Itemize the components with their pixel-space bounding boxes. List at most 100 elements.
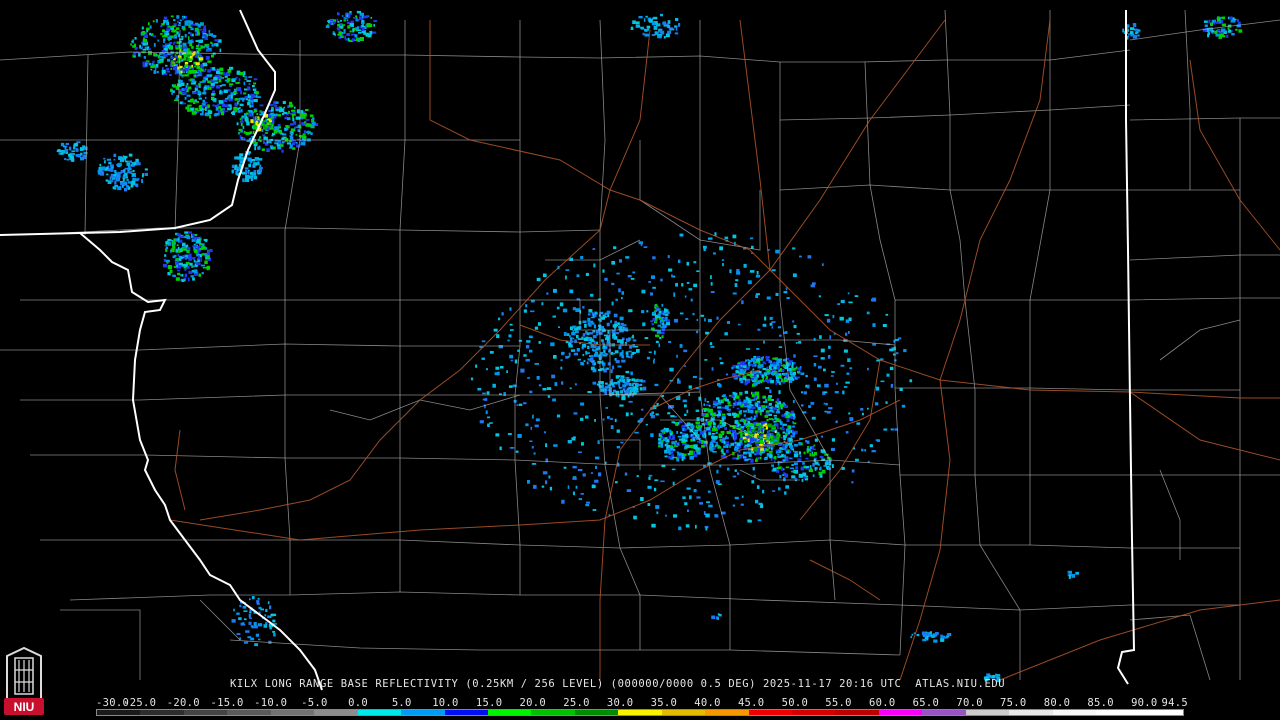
echo-pixel (777, 375, 782, 378)
echo-pixel (199, 39, 204, 43)
echo-pixel (100, 171, 105, 176)
echo-pixel (207, 266, 209, 271)
echo-pixel (756, 441, 761, 443)
echo-pixel (628, 309, 633, 313)
legend-swatch (574, 710, 619, 715)
echo-pixel (142, 173, 144, 177)
echo-pixel (275, 101, 279, 104)
echo-pixel (632, 382, 637, 385)
echo-pixel (545, 480, 548, 485)
echo-pixel (611, 385, 616, 388)
echo-pixel (576, 348, 580, 352)
echo-pixel (200, 264, 206, 267)
echo-pixel (269, 120, 272, 123)
echo-pixel (236, 166, 241, 169)
echo-pixel (684, 295, 687, 298)
echo-pixel (750, 399, 755, 401)
echo-pixel (782, 431, 786, 434)
echo-pixel (580, 493, 584, 495)
echo-pixel (292, 118, 295, 122)
echo-pixel (185, 106, 190, 110)
echo-pixel (655, 505, 660, 509)
echo-pixel (867, 407, 869, 410)
echo-pixel (194, 55, 198, 58)
echo-pixel (774, 417, 777, 420)
echo-pixel (731, 433, 734, 437)
echo-pixel (814, 438, 818, 442)
echo-pixel (143, 56, 146, 59)
echo-pixel (717, 399, 721, 403)
echo-pixel (831, 438, 835, 442)
echo-pixel (882, 324, 887, 327)
echo-pixel (175, 277, 180, 281)
echo-pixel (625, 351, 629, 355)
echo-pixel (712, 451, 717, 453)
echo-pixel (749, 270, 755, 273)
echo-pixel (592, 248, 596, 250)
echo-pixel (1231, 33, 1235, 36)
echo-pixel (819, 474, 823, 478)
echo-pixel (668, 448, 671, 451)
echo-pixel (132, 169, 135, 173)
echo-pixel (704, 359, 708, 361)
echo-pixel (60, 142, 65, 147)
echo-pixel (184, 273, 187, 277)
echo-pixel (760, 428, 764, 433)
echo-pixel (590, 320, 594, 324)
echo-pixel (693, 283, 698, 288)
echo-pixel (204, 96, 207, 99)
echo-pixel (669, 429, 672, 433)
echo-pixel (792, 371, 795, 375)
echo-pixel (889, 348, 894, 352)
echo-pixel (766, 435, 769, 439)
echo-pixel (211, 54, 214, 58)
echo-pixel (109, 176, 112, 181)
echo-pixel (667, 412, 671, 415)
echo-pixel (772, 467, 777, 472)
echo-pixel (760, 453, 762, 456)
echo-pixel (717, 425, 719, 428)
echo-pixel (124, 187, 127, 192)
product-caption: KILX LONG RANGE BASE REFLECTIVITY (0.25K… (230, 678, 1006, 690)
echo-pixel (714, 514, 719, 518)
echo-pixel (757, 395, 760, 400)
echo-pixel (618, 288, 621, 293)
echo-pixel (648, 351, 652, 353)
echo-pixel (627, 356, 631, 359)
echo-pixel (199, 81, 204, 83)
echo-pixel (716, 616, 718, 620)
echo-pixel (718, 433, 722, 437)
echo-pixel (267, 601, 270, 605)
echo-pixel (184, 236, 189, 238)
echo-pixel (740, 380, 744, 384)
echo-pixel (182, 16, 184, 21)
echo-pixel (823, 368, 826, 372)
echo-pixel (762, 368, 767, 371)
echo-pixel (247, 101, 251, 106)
echo-pixel (830, 447, 835, 451)
echo-pixel (708, 429, 712, 432)
echo-pixel (199, 69, 204, 72)
echo-pixel (187, 65, 190, 70)
echo-pixel (172, 84, 177, 88)
echo-pixel (257, 146, 261, 150)
echo-pixel (806, 440, 810, 444)
echo-pixel (765, 405, 767, 408)
echo-pixel (660, 13, 663, 17)
echo-pixel (805, 457, 809, 460)
echo-pixel (132, 39, 134, 44)
echo-pixel (230, 92, 234, 96)
echo-pixel (224, 97, 228, 100)
echo-pixel (607, 416, 610, 419)
echo-pixel (737, 401, 742, 406)
echo-pixel (582, 320, 587, 323)
echo-pixel (63, 150, 66, 154)
echo-pixel (851, 469, 855, 473)
echo-pixel (651, 523, 656, 528)
echo-pixel (580, 417, 584, 421)
echo-pixel (662, 331, 665, 335)
echo-pixel (198, 83, 201, 87)
echo-pixel (696, 318, 699, 321)
echo-pixel (602, 343, 606, 348)
echo-pixel (600, 326, 604, 330)
